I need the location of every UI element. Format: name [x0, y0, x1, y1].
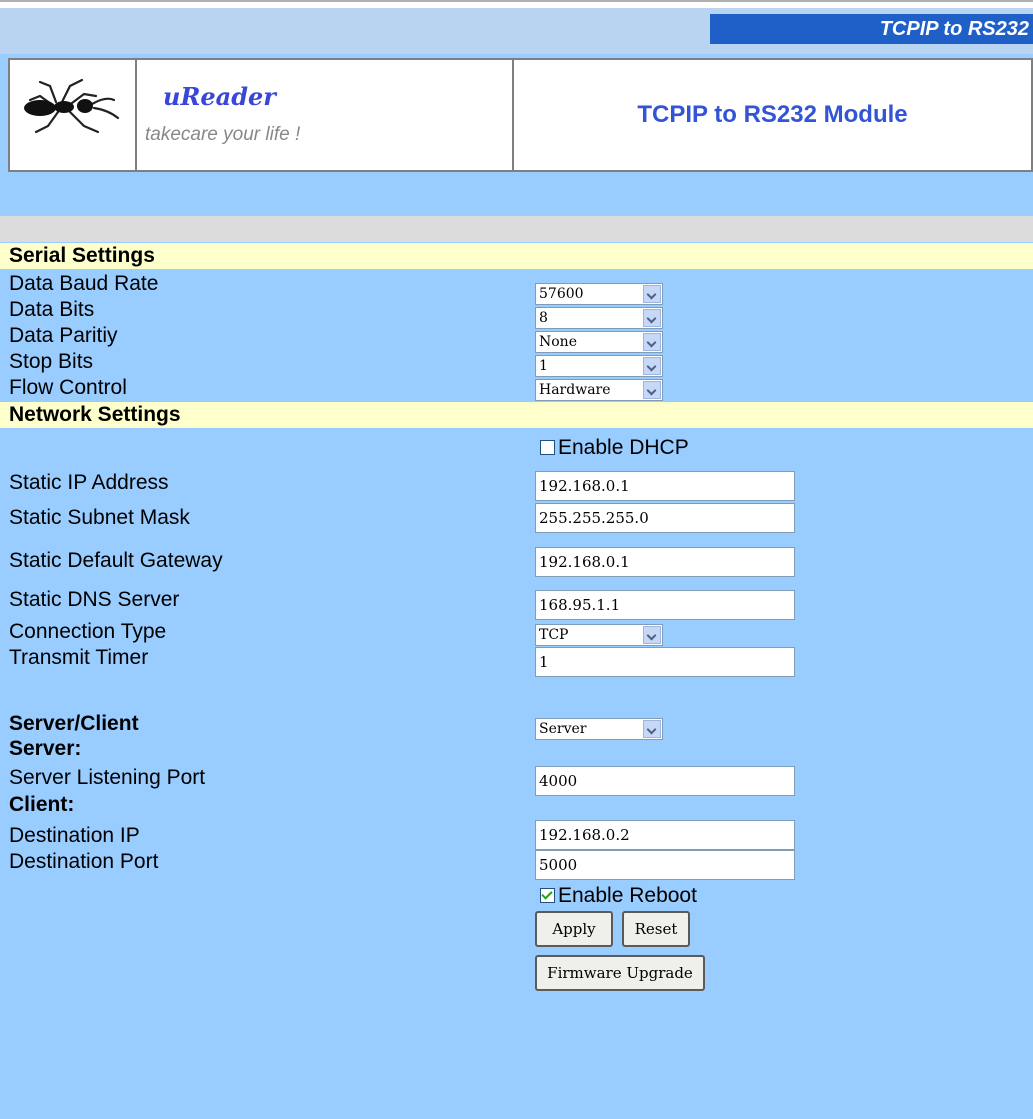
connection-type-label: Connection Type	[9, 620, 167, 643]
chevron-down-icon	[643, 309, 661, 327]
default-gateway-input[interactable]: 192.168.0.1	[535, 547, 795, 577]
static-ip-label: Static IP Address	[9, 471, 169, 494]
baud-rate-select[interactable]: 57600	[535, 283, 663, 305]
brand-logo-text: uReader	[163, 82, 276, 111]
chevron-down-icon	[643, 357, 661, 375]
section-serial-settings: Serial Settings	[0, 243, 1033, 269]
connection-type-select[interactable]: TCP	[535, 624, 663, 646]
data-bits-select[interactable]: 8	[535, 307, 663, 329]
checkbox-icon[interactable]	[540, 440, 555, 455]
parity-select[interactable]: None	[535, 331, 663, 353]
listening-port-input[interactable]: 4000	[535, 766, 795, 796]
flow-control-label: Flow Control	[9, 376, 127, 399]
page-title: TCPIP to RS232 Module	[637, 101, 908, 128]
stop-bits-select[interactable]: 1	[535, 355, 663, 377]
header-table: uReader takecare your life ! TCPIP to RS…	[8, 58, 1033, 172]
divider-bar	[0, 216, 1033, 242]
checkbox-checked-icon[interactable]	[540, 888, 555, 903]
firmware-upgrade-button[interactable]: Firmware Upgrade	[535, 955, 705, 991]
baud-rate-label: Data Baud Rate	[9, 272, 159, 295]
enable-dhcp-checkbox[interactable]: Enable DHCP	[540, 436, 689, 460]
apply-button[interactable]: Apply	[535, 911, 613, 947]
stop-bits-label: Stop Bits	[9, 350, 94, 373]
flow-control-value: Hardware	[539, 382, 611, 398]
flow-control-select[interactable]: Hardware	[535, 379, 663, 401]
transmit-timer-input[interactable]: 1	[535, 647, 795, 677]
brand-slogan: takecare your life !	[145, 124, 301, 145]
listening-port-label: Server Listening Port	[9, 766, 206, 789]
destination-port-label: Destination Port	[9, 850, 159, 873]
static-ip-input[interactable]: 192.168.0.1	[535, 471, 795, 501]
logo-cell	[10, 60, 137, 170]
subnet-mask-input[interactable]: 255.255.255.0	[535, 503, 795, 533]
dns-server-input[interactable]: 168.95.1.1	[535, 590, 795, 620]
subnet-mask-label: Static Subnet Mask	[9, 506, 190, 529]
chevron-down-icon	[643, 626, 661, 644]
enable-reboot-label: Enable Reboot	[558, 884, 697, 907]
ant-icon	[24, 78, 120, 134]
destination-port-input[interactable]: 5000	[535, 850, 795, 880]
enable-dhcp-label: Enable DHCP	[558, 436, 689, 459]
stop-bits-value: 1	[539, 358, 548, 374]
chevron-down-icon	[643, 381, 661, 399]
dns-server-label: Static DNS Server	[9, 588, 180, 611]
baud-rate-value: 57600	[539, 286, 584, 302]
parity-label: Data Paritiy	[9, 324, 118, 347]
destination-ip-label: Destination IP	[9, 824, 140, 847]
brand-cell: uReader takecare your life !	[137, 60, 514, 170]
default-gateway-label: Static Default Gateway	[9, 549, 223, 572]
section-network-settings: Network Settings	[0, 402, 1033, 428]
chevron-down-icon	[643, 333, 661, 351]
parity-value: None	[539, 334, 577, 350]
server-heading: Server:	[9, 737, 82, 760]
chevron-down-icon	[643, 285, 661, 303]
connection-type-value: TCP	[539, 627, 569, 643]
server-client-value: Server	[539, 721, 587, 737]
destination-ip-input[interactable]: 192.168.0.2	[535, 820, 795, 850]
reset-button[interactable]: Reset	[622, 911, 690, 947]
chevron-down-icon	[643, 720, 661, 738]
data-bits-label: Data Bits	[9, 298, 95, 321]
server-client-label: Server/Client	[9, 712, 139, 735]
title-tab: TCPIP to RS232	[710, 14, 1033, 44]
top-border	[0, 0, 1033, 8]
server-client-select[interactable]: Server	[535, 718, 663, 740]
client-heading: Client:	[9, 793, 75, 816]
transmit-timer-label: Transmit Timer	[9, 646, 149, 669]
enable-reboot-checkbox[interactable]: Enable Reboot	[540, 884, 697, 908]
data-bits-value: 8	[539, 310, 548, 326]
